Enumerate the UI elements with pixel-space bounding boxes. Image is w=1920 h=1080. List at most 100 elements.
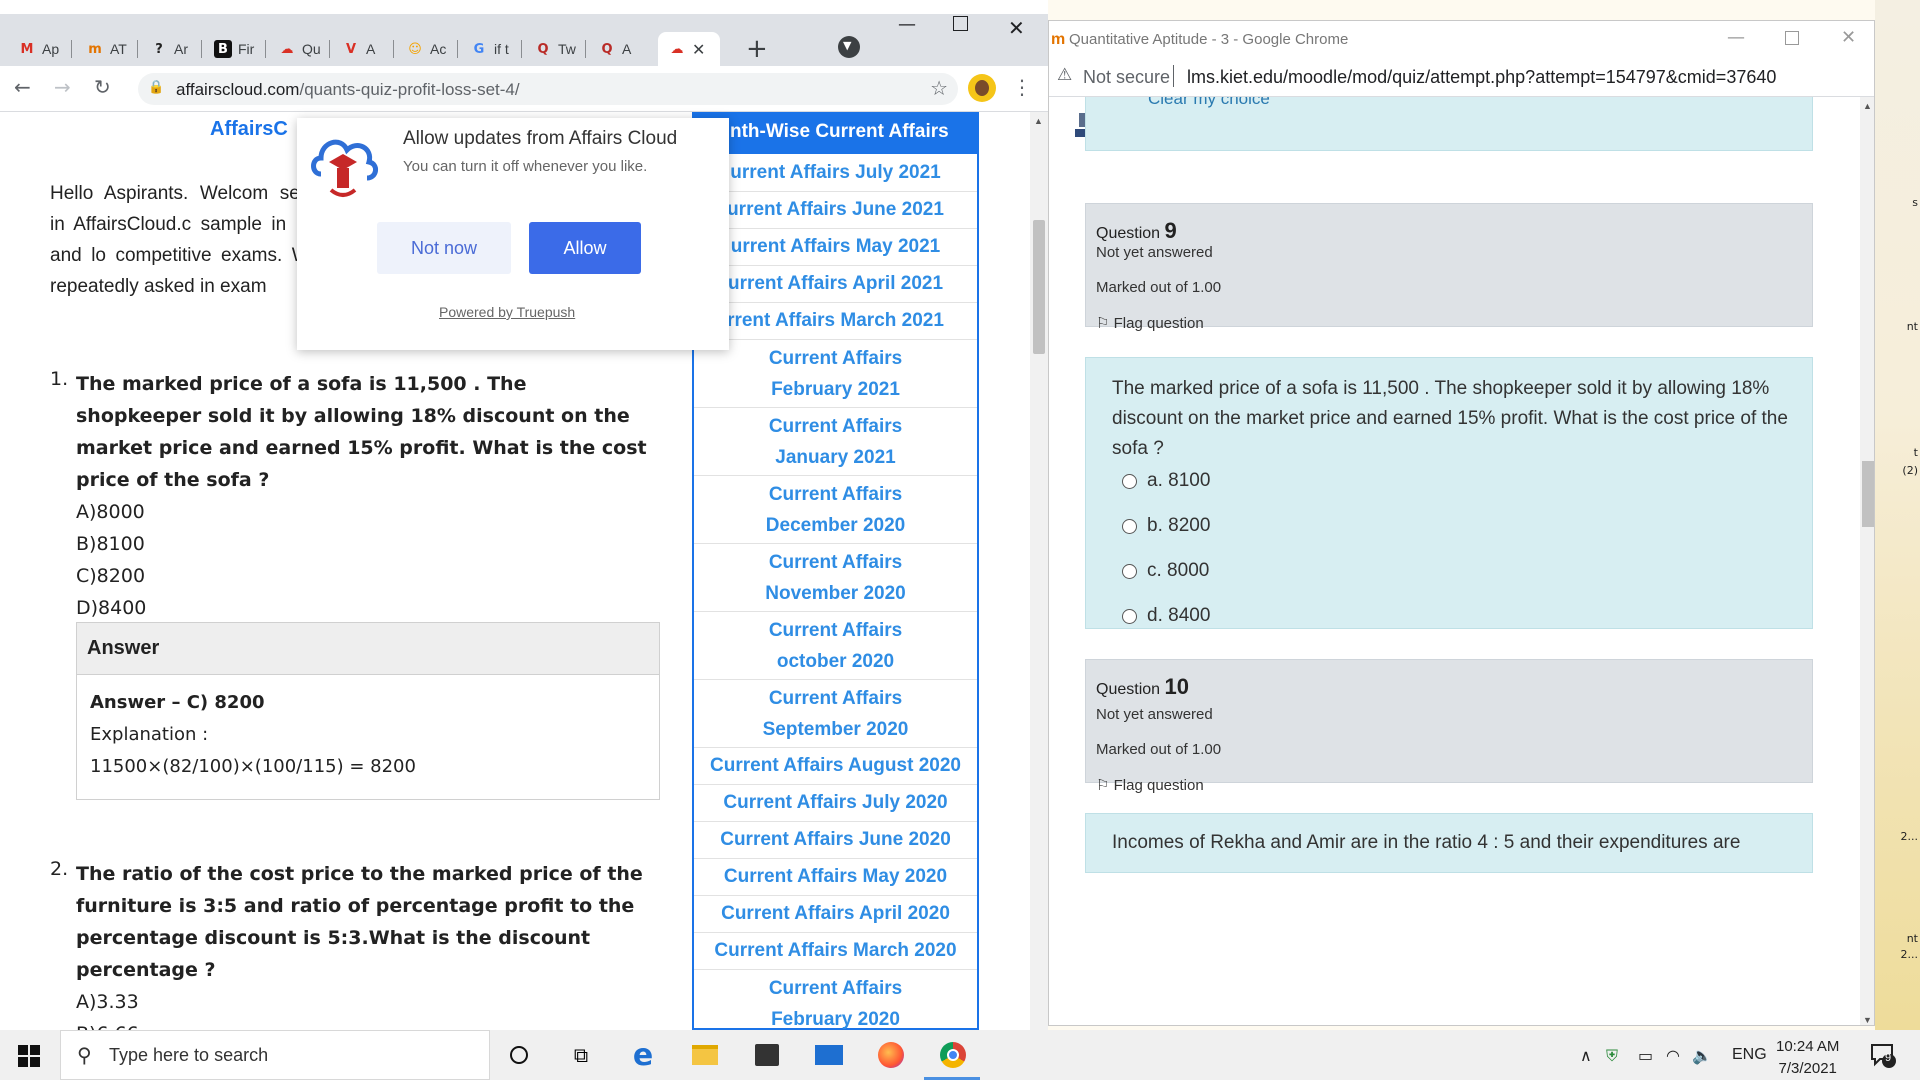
close-tab-icon[interactable]: ✕ <box>692 40 705 59</box>
explanation-label: Explanation : <box>90 724 209 745</box>
browser-tab[interactable]: ☺ Ac <box>396 32 458 66</box>
page-scrollbar[interactable]: ▲ ▼ <box>1860 97 1874 1025</box>
desktop-icon-label[interactable]: nt <box>1907 932 1918 945</box>
close-icon[interactable]: ✕ <box>1841 27 1856 48</box>
month-link[interactable]: Current Affairs July 2020 <box>694 785 977 822</box>
radio-button[interactable] <box>1122 518 1137 534</box>
new-tab-button[interactable]: + <box>736 32 776 66</box>
firefox-icon[interactable] <box>876 1040 906 1070</box>
flag-question-link[interactable]: ⚐ Flag question <box>1096 314 1204 332</box>
not-secure-label[interactable]: Not secure <box>1083 67 1170 88</box>
reload-icon[interactable]: ↻ <box>94 75 111 99</box>
month-link[interactable]: urrent Affairs April 2021 <box>694 266 977 303</box>
month-link[interactable]: Current Affairs February 2020 <box>694 970 977 1030</box>
task-view-icon[interactable]: ⧉ <box>566 1040 596 1070</box>
browser-tab[interactable]: Q Tw <box>524 32 586 66</box>
month-link[interactable]: Current Affairs December 2020 <box>694 476 977 544</box>
month-link[interactable]: urrent Affairs June 2021 <box>694 192 977 229</box>
mail-icon[interactable] <box>814 1040 844 1070</box>
clear-choice-link[interactable]: Clear my choice <box>1148 97 1270 109</box>
scroll-up-icon[interactable]: ▲ <box>1863 101 1872 111</box>
browser-tab[interactable]: M Ap <box>8 32 72 66</box>
back-arrow-icon[interactable]: ← <box>14 75 31 99</box>
browser-tab[interactable]: ☁ Qu <box>268 32 330 66</box>
address-bar[interactable]: 🔒 affairscloud.com/quants-quiz-profit-lo… <box>138 73 958 105</box>
scrollbar-thumb[interactable] <box>1862 461 1874 527</box>
desktop-icon-label[interactable]: nt <box>1907 320 1918 333</box>
month-link[interactable]: rrent Affairs March 2021 <box>694 303 977 340</box>
action-center-icon[interactable] <box>1870 1042 1896 1068</box>
radio-button[interactable] <box>1122 563 1137 579</box>
month-link[interactable]: Current Affairs october 2020 <box>694 612 977 680</box>
wifi-icon[interactable]: ◠ <box>1666 1046 1680 1065</box>
minimize-icon[interactable]: — <box>1727 27 1745 48</box>
answer-option-d[interactable]: d. 8400 <box>1122 605 1210 627</box>
month-link[interactable]: urrent Affairs May 2021 <box>694 229 977 266</box>
file-explorer-icon[interactable] <box>690 1040 720 1070</box>
volume-icon[interactable]: 🔈 <box>1692 1046 1712 1065</box>
windows-start-icon[interactable] <box>18 1045 40 1067</box>
cortana-icon[interactable] <box>504 1040 534 1070</box>
month-link[interactable]: Current Affairs June 2020 <box>694 822 977 859</box>
scrollbar-thumb[interactable] <box>1033 220 1045 354</box>
site-brand[interactable]: AffairsC <box>210 118 288 141</box>
store-icon[interactable] <box>752 1040 782 1070</box>
browser-tab[interactable]: B Fir <box>204 32 266 66</box>
browser-tab[interactable]: m AT <box>76 32 138 66</box>
desktop-icon-label[interactable]: (2) <box>1902 464 1918 477</box>
shield-icon[interactable]: ⛨ <box>1606 1046 1618 1066</box>
address-url[interactable]: affairscloud.com/quants-quiz-profit-loss… <box>176 80 520 100</box>
desktop-icon-label[interactable]: s <box>1912 196 1918 209</box>
month-link[interactable]: Current Affairs March 2020 <box>694 933 977 970</box>
browser-tab[interactable]: ? Ar <box>140 32 202 66</box>
answer-option-a[interactable]: a. 8100 <box>1122 470 1210 492</box>
page-scrollbar[interactable]: ▲ <box>1030 112 1048 1030</box>
powered-by-link[interactable]: Powered by Truepush <box>439 304 575 320</box>
month-link[interactable]: Current Affairs February 2021 <box>694 340 977 408</box>
month-link[interactable]: Current Affairs August 2020 <box>694 748 977 785</box>
browser-tab[interactable]: G if t <box>460 32 522 66</box>
tab-search-button[interactable]: ▼ <box>838 36 860 58</box>
minimize-icon[interactable]: — <box>898 14 916 35</box>
edge-icon[interactable]: e <box>628 1038 658 1073</box>
month-link[interactable]: Current Affairs November 2020 <box>694 544 977 612</box>
chrome-icon[interactable] <box>938 1040 968 1070</box>
desktop-icon-label[interactable]: 2... <box>1901 948 1919 961</box>
address-bar[interactable]: ⚠ Not secure lms.kiet.edu/moodle/mod/qui… <box>1049 57 1874 97</box>
maximize-icon[interactable] <box>953 16 968 31</box>
scroll-down-icon[interactable]: ▼ <box>1863 1015 1872 1025</box>
chevron-up-icon[interactable]: ∧ <box>1580 1046 1592 1065</box>
allow-button[interactable]: Allow <box>529 222 641 274</box>
month-link[interactable]: Current Affairs April 2020 <box>694 896 977 933</box>
close-icon[interactable]: ✕ <box>1008 16 1025 40</box>
answer-option-c[interactable]: c. 8000 <box>1122 560 1209 582</box>
language-indicator[interactable]: ENG <box>1732 1046 1767 1064</box>
answer-toggle[interactable]: Answer <box>77 623 659 675</box>
question-icon: ? <box>155 41 163 57</box>
bookmark-star-icon[interactable]: ☆ <box>930 76 948 100</box>
active-browser-tab[interactable]: ☁ ✕ <box>658 32 720 66</box>
browser-tab[interactable]: V A <box>332 32 394 66</box>
address-url[interactable]: lms.kiet.edu/moodle/mod/quiz/attempt.php… <box>1187 67 1776 88</box>
month-link[interactable]: Current Affairs May 2020 <box>694 859 977 896</box>
forward-arrow-icon[interactable]: → <box>54 75 71 99</box>
scroll-up-icon[interactable]: ▲ <box>1034 116 1043 126</box>
answer-option-b[interactable]: b. 8200 <box>1122 515 1210 537</box>
more-menu-icon[interactable]: ⋮ <box>1012 75 1032 99</box>
profile-avatar[interactable] <box>968 74 996 102</box>
taskbar-clock[interactable]: 10:24 AM 7/3/2021 <box>1776 1036 1839 1080</box>
radio-button[interactable] <box>1122 608 1137 624</box>
radio-button[interactable] <box>1122 473 1137 489</box>
flag-question-link[interactable]: ⚐ Flag question <box>1096 776 1204 794</box>
taskbar-search-box[interactable]: ⚲ Type here to search <box>60 1030 490 1080</box>
not-now-button[interactable]: Not now <box>377 222 511 274</box>
desktop-icon-label[interactable]: 2... <box>1901 830 1919 843</box>
battery-icon[interactable]: ▭ <box>1638 1046 1653 1065</box>
month-link[interactable]: Current Affairs September 2020 <box>694 680 977 748</box>
browser-tab[interactable]: Q A <box>588 32 650 66</box>
month-link[interactable]: Current Affairs January 2021 <box>694 408 977 476</box>
maximize-icon[interactable] <box>1785 31 1799 45</box>
month-link[interactable]: urrent Affairs July 2021 <box>694 155 977 192</box>
browser-toolbar: ← → ↻ 🔒 affairscloud.com/quants-quiz-pro… <box>0 66 1048 112</box>
desktop-icon-label[interactable]: t <box>1914 446 1918 459</box>
